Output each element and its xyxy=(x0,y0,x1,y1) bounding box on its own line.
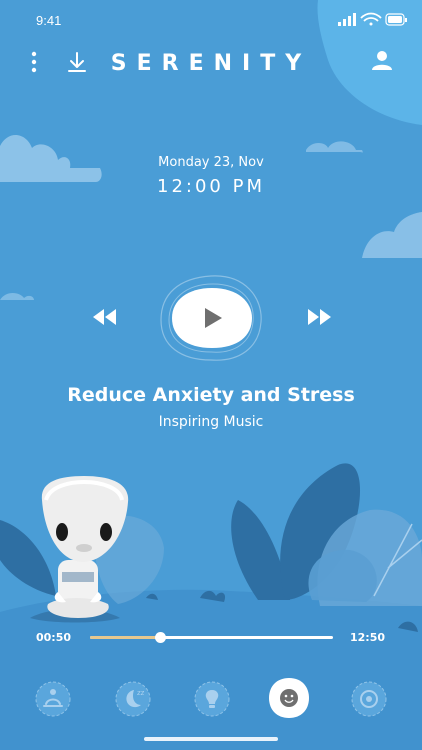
nav-ideas-button[interactable] xyxy=(193,680,231,718)
battery-icon xyxy=(385,13,407,26)
track-title: Reduce Anxiety and Stress xyxy=(67,384,355,406)
nav-mood-button[interactable] xyxy=(267,676,311,720)
foliage-right xyxy=(231,463,422,606)
screen: 9:41 SERENITY Monday 23, Nov 12:00 PM Re… xyxy=(0,0,422,750)
app-title: SERENITY xyxy=(110,51,312,76)
session-time: 12:00 PM xyxy=(157,176,265,197)
cloud-top-right xyxy=(306,141,363,153)
play-button[interactable] xyxy=(170,286,254,350)
svg-text:zz: zz xyxy=(137,689,145,697)
wifi-icon xyxy=(360,12,382,26)
nav-focus-button[interactable] xyxy=(350,680,388,718)
session-date: Monday 23, Nov xyxy=(158,155,264,170)
eye-icon xyxy=(351,681,387,717)
progress-fill xyxy=(90,636,161,639)
track-subtitle: Inspiring Music xyxy=(158,414,264,430)
elapsed-time: 00:50 xyxy=(36,631,72,644)
rewind-button[interactable] xyxy=(90,306,118,328)
total-time: 12:50 xyxy=(350,631,386,644)
fast-forward-icon xyxy=(308,309,331,325)
fast-forward-button[interactable] xyxy=(306,306,334,328)
lightbulb-icon xyxy=(194,681,230,717)
rewind-icon xyxy=(93,309,116,325)
status-time: 9:41 xyxy=(36,13,62,28)
cloud-right xyxy=(362,212,422,258)
play-icon xyxy=(172,288,252,348)
progress-slider[interactable] xyxy=(90,632,333,643)
user-icon xyxy=(372,51,392,70)
status-icons xyxy=(338,12,407,26)
cloud-small-left xyxy=(0,293,34,300)
nav-meditation-button[interactable] xyxy=(34,680,72,718)
meditation-icon xyxy=(35,681,71,717)
moon-icon: zz xyxy=(115,681,151,717)
signal-icon xyxy=(338,13,356,26)
nav-sleep-button[interactable]: zz xyxy=(114,680,152,718)
profile-button[interactable] xyxy=(370,48,394,72)
home-indicator xyxy=(144,737,278,741)
smiley-icon xyxy=(269,678,309,718)
